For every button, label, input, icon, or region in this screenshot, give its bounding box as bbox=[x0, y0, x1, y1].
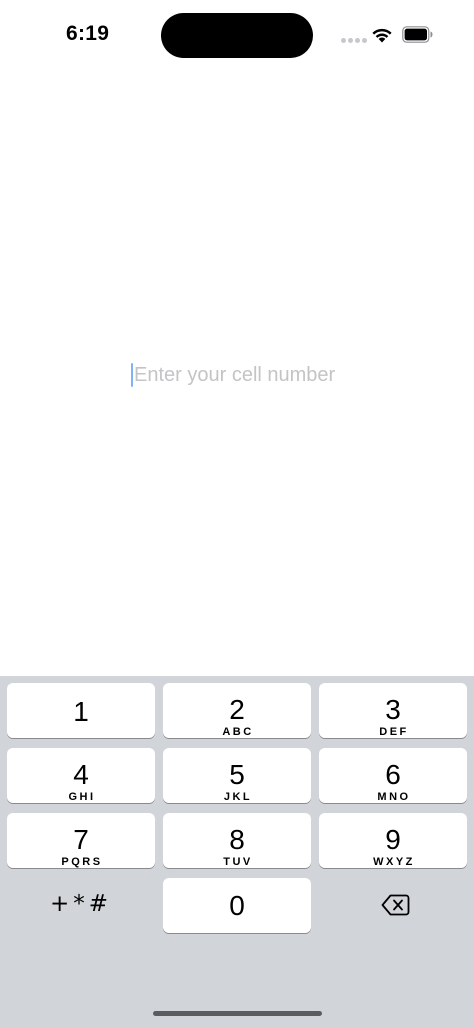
key-letters: TUV bbox=[223, 856, 253, 868]
key-letters: PQRS bbox=[61, 856, 103, 868]
key-5[interactable]: 5 JKL bbox=[163, 748, 311, 803]
key-digit: 2 bbox=[229, 694, 245, 725]
main-content bbox=[0, 70, 474, 676]
key-0[interactable]: 0 bbox=[163, 878, 311, 933]
text-cursor bbox=[131, 363, 133, 387]
key-letters: MNO bbox=[377, 791, 411, 803]
key-digit: 9 bbox=[385, 824, 401, 855]
key-3[interactable]: 3 DEF bbox=[319, 683, 467, 738]
key-7[interactable]: 7 PQRS bbox=[7, 813, 155, 868]
key-6[interactable]: 6 MNO bbox=[319, 748, 467, 803]
key-digit: 3 bbox=[385, 694, 401, 725]
key-8[interactable]: 8 TUV bbox=[163, 813, 311, 868]
key-letters: DEF bbox=[379, 726, 409, 738]
numeric-keypad: 1 2 ABC 3 DEF 4 GHI 5 JKL 6 MNO 7 PQRS 8… bbox=[0, 676, 474, 1027]
symbols-label: +*# bbox=[49, 891, 113, 917]
key-digit: 4 bbox=[73, 759, 89, 790]
key-letters: GHI bbox=[68, 791, 96, 803]
symbols-key[interactable]: +*# bbox=[7, 878, 155, 933]
wifi-icon bbox=[372, 28, 392, 43]
dynamic-island bbox=[161, 13, 313, 58]
delete-backspace-icon bbox=[381, 894, 410, 916]
key-1[interactable]: 1 bbox=[7, 683, 155, 738]
key-digit: 6 bbox=[385, 759, 401, 790]
battery-icon bbox=[402, 26, 433, 43]
home-indicator bbox=[153, 1011, 322, 1016]
key-digit: 1 bbox=[73, 696, 89, 727]
key-digit: 5 bbox=[229, 759, 245, 790]
key-9[interactable]: 9 WXYZ bbox=[319, 813, 467, 868]
cellular-signal-icon bbox=[341, 38, 367, 44]
status-time: 6:19 bbox=[66, 22, 110, 45]
key-4[interactable]: 4 GHI bbox=[7, 748, 155, 803]
phone-number-input[interactable] bbox=[134, 358, 434, 392]
key-digit: 0 bbox=[229, 890, 245, 921]
key-2[interactable]: 2 ABC bbox=[163, 683, 311, 738]
key-digit: 7 bbox=[73, 824, 89, 855]
key-digit: 8 bbox=[229, 824, 245, 855]
key-letters: WXYZ bbox=[373, 856, 415, 868]
key-letters: JKL bbox=[223, 791, 253, 803]
status-bar: 6:19 bbox=[0, 0, 474, 70]
key-letters: ABC bbox=[222, 726, 254, 738]
delete-key[interactable] bbox=[319, 878, 467, 933]
